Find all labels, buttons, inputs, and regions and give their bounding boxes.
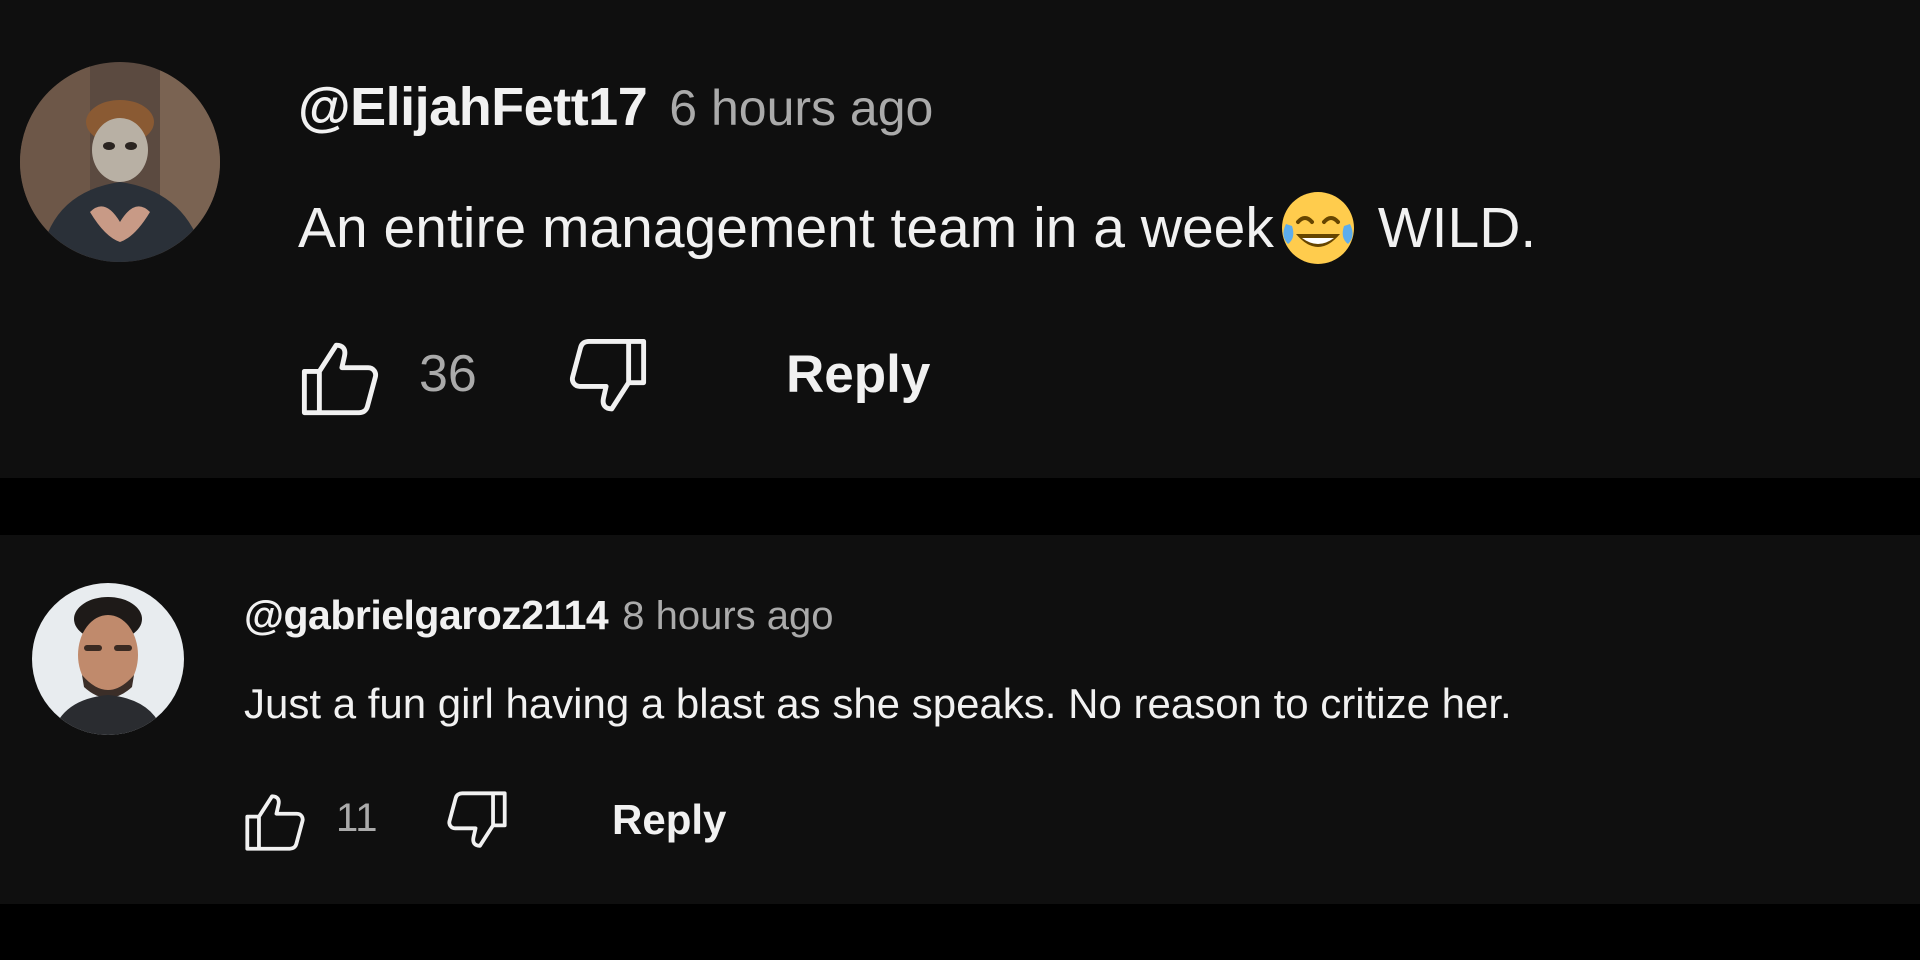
comment-text: Just a fun girl having a blast as she sp… <box>244 680 1512 728</box>
comment-header: @gabrielgaroz2114 8 hours ago <box>244 592 834 639</box>
comment-text-part: An entire management team in a week <box>298 196 1274 260</box>
thumbs-down-icon[interactable] <box>560 332 656 422</box>
thumbs-up-icon[interactable] <box>238 786 312 856</box>
reply-button[interactable]: Reply <box>612 796 726 844</box>
reply-button[interactable]: Reply <box>786 344 930 405</box>
comment-text-part: WILD. <box>1377 196 1537 260</box>
comment-card: @ElijahFett17 6 hours ago An entire mana… <box>0 0 1920 478</box>
comment-text-part: Just a fun girl having a blast as she sp… <box>244 680 1512 727</box>
avatar[interactable] <box>20 62 220 262</box>
comment-header: @ElijahFett17 6 hours ago <box>298 76 933 138</box>
comments-page: @ElijahFett17 6 hours ago An entire mana… <box>0 0 1920 960</box>
avatar-image <box>20 62 220 262</box>
face-with-tears-of-joy-icon <box>1278 188 1358 268</box>
avatar-image <box>32 583 184 735</box>
like-count: 36 <box>419 345 477 403</box>
avatar[interactable] <box>32 583 184 735</box>
thumbs-down-icon[interactable] <box>440 786 514 856</box>
comment-text: An entire management team in a week WILD… <box>298 188 1536 268</box>
comment-author[interactable]: @ElijahFett17 <box>298 76 648 138</box>
like-count: 11 <box>336 796 378 840</box>
comment-timestamp[interactable]: 6 hours ago <box>669 79 933 137</box>
thumbs-up-icon[interactable] <box>292 332 388 422</box>
comment-timestamp[interactable]: 8 hours ago <box>622 594 833 639</box>
comment-author[interactable]: @gabrielgaroz2114 <box>244 592 609 639</box>
